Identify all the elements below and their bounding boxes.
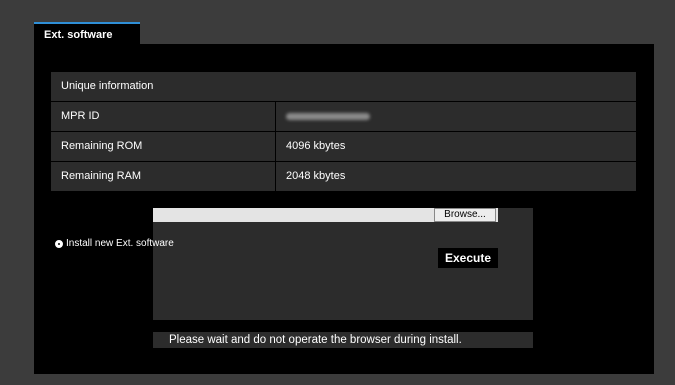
- radio-selected-icon: [55, 239, 63, 248]
- redacted-value: [286, 112, 370, 120]
- execute-button[interactable]: Execute: [438, 248, 498, 268]
- remaining-rom-value: 4096 kbytes: [276, 132, 636, 161]
- ext-software-panel: Unique information MPR ID Remaining ROM …: [34, 44, 654, 374]
- install-new-radio[interactable]: Install new Ext. software: [55, 238, 174, 249]
- remaining-ram-label: Remaining RAM: [51, 162, 275, 191]
- mpr-id-value: [276, 102, 636, 131]
- file-bar-end: [498, 208, 533, 222]
- unique-information-header: Unique information: [51, 72, 636, 101]
- install-notice: Please wait and do not operate the brows…: [153, 332, 533, 348]
- mpr-id-label: MPR ID: [51, 102, 275, 131]
- tab-label: Ext. software: [44, 29, 113, 41]
- remaining-ram-value: 2048 kbytes: [276, 162, 636, 191]
- browse-button[interactable]: Browse...: [434, 208, 496, 222]
- remaining-rom-label: Remaining ROM: [51, 132, 275, 161]
- tab-ext-software[interactable]: Ext. software: [34, 22, 140, 44]
- table-row: MPR ID: [51, 102, 636, 131]
- table-row: Remaining RAM 2048 kbytes: [51, 162, 636, 191]
- unique-information-table: Unique information MPR ID Remaining ROM …: [51, 72, 636, 192]
- table-row: Remaining ROM 4096 kbytes: [51, 132, 636, 161]
- install-new-label: Install new Ext. software: [66, 238, 174, 249]
